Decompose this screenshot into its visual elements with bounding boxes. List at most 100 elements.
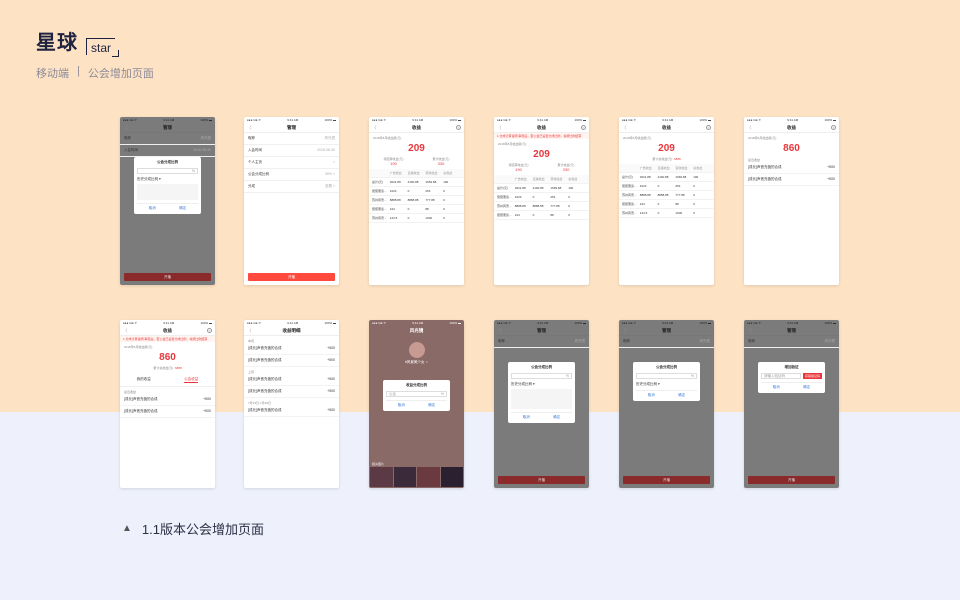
cancel-button[interactable]: 取消 (149, 206, 156, 211)
row-value: 风光镜 (824, 339, 836, 343)
subtitle-separator: | (77, 65, 80, 77)
start-live-button[interactable]: 开播 (248, 273, 335, 281)
help-icon[interactable]: ? (581, 125, 586, 130)
list-item[interactable]: [成长]声音充值的合成 +500 (244, 343, 339, 355)
help-icon[interactable]: ? (831, 125, 836, 130)
table-row: 苏州风景... 8888.88 8888.88 777.88 0 (619, 191, 714, 200)
cancel-button[interactable]: 取消 (773, 385, 780, 390)
photo-thumbnail[interactable] (370, 467, 393, 487)
history-toggle[interactable]: 历史分成比例 ▾ (137, 177, 198, 182)
list-item[interactable]: 昵称 风光镜 (494, 336, 589, 348)
back-icon[interactable]: 〈 (247, 328, 252, 334)
nav-title: 收益 (412, 124, 421, 130)
code-input[interactable]: 请输入验证码 (761, 373, 801, 379)
tab-guild-earnings[interactable]: 公会收益 (184, 377, 199, 383)
table-row: 侃侃而谈... 244 0 88 0 (369, 205, 464, 214)
back-icon[interactable]: 〈 (123, 125, 128, 131)
back-icon[interactable]: 〈 (372, 125, 377, 131)
table-header: 广告收益 直播收益 营收收益 总收益 (494, 175, 589, 184)
pending-value: 190 (515, 167, 522, 172)
modal-title: 收益分成比例 (406, 383, 427, 387)
back-icon[interactable]: 〈 (123, 328, 128, 334)
table-row: 苏州风景... 8888.88 8888.88 777.88 0 (494, 202, 589, 211)
nav-bar: 〈 收益? (744, 123, 839, 133)
nav-title: 管理 (787, 327, 796, 333)
list-item[interactable]: 个人主页 > (244, 157, 339, 169)
list-item[interactable]: [成长]声音充值的合成 +500 (244, 374, 339, 386)
list-item[interactable]: [成长]声音充值的合成 +500 (120, 406, 215, 418)
help-icon[interactable]: ? (706, 125, 711, 130)
table-row: 侃侃而谈... 244 0 88 0 (494, 211, 589, 220)
photo-thumbnail[interactable] (440, 467, 463, 487)
modal-actions: 取消 确定 (386, 400, 447, 408)
help-icon[interactable]: ? (456, 125, 461, 130)
start-live-button[interactable]: 开播 (124, 273, 211, 281)
status-signal: ●●● GE ✈ (247, 118, 261, 122)
list-item[interactable]: 昵称 风光镜 (619, 336, 714, 348)
confirm-button[interactable]: 确定 (428, 403, 435, 408)
history-list (511, 389, 572, 409)
back-icon[interactable]: 〈 (622, 328, 627, 334)
back-icon[interactable]: 〈 (247, 125, 252, 131)
confirm-button[interactable]: 确定 (179, 206, 186, 211)
row-label: 昵称 (748, 339, 755, 343)
modal-actions: 取消 确定 (636, 390, 697, 398)
profile-nickname: #风景美少女 ♀ (404, 360, 429, 364)
list-item[interactable]: 昵称 风光镜 (120, 133, 215, 145)
ratio-input[interactable]: % (137, 168, 198, 174)
back-icon[interactable]: 〈 (497, 328, 502, 334)
month-earnings: 209 (658, 143, 675, 154)
nav-title: 风光镜 (409, 328, 424, 333)
pending-value: 190 (390, 161, 397, 166)
status-time: 9:41 AM (412, 118, 424, 122)
cancel-button[interactable]: 取消 (523, 415, 530, 420)
earnings-table: 广告收益 直播收益 营收收益 总收益 总计(元) 3021.88 4190.88 1669.… (369, 169, 464, 223)
ratio-input[interactable]: 公会% (386, 391, 447, 397)
back-icon[interactable]: 〈 (747, 328, 752, 334)
cancel-button[interactable]: 取消 (648, 393, 655, 398)
phone-earnings-record: ●●● GE ✈ 9:41 AM 100% ▬ 〈收益明细 本周 [成长]声音充值的… (244, 320, 339, 488)
back-icon[interactable]: 〈 (497, 125, 502, 131)
ratio-input[interactable]: % (511, 373, 572, 379)
start-live-button[interactable]: 开播 (623, 476, 710, 484)
list-item[interactable]: 入会时间 2018-08-30 (244, 145, 339, 157)
list-item[interactable]: 公会分成比例 30% > (244, 169, 339, 181)
history-toggle[interactable]: 历史分成比例 ▾ (511, 382, 572, 387)
modal-title: 公会分成比例 (656, 365, 677, 369)
phone-earnings-860: ●●● GE ✈ 9:41 AM 100% ▬ 〈 收益? 2018年8月收益额(元)… (744, 117, 839, 285)
alert-banner: 1.分成计算说明 审核后。若公会已设置分成比例，将按比例结算 (120, 336, 215, 342)
confirm-button[interactable]: 确定 (678, 393, 685, 398)
modal-title: 公会分成比例 (157, 160, 178, 164)
help-icon[interactable]: ? (207, 328, 212, 333)
ratio-input[interactable]: % (636, 373, 697, 379)
triangle-icon: ▲ (122, 523, 132, 534)
list-item[interactable]: [成长]声音充值的合成 +500 (244, 355, 339, 367)
cancel-button[interactable]: 取消 (398, 403, 405, 408)
list-item[interactable]: 昵称 风光镜 (244, 133, 339, 145)
list-item[interactable]: [成长]声音充值的合成 +500 (244, 386, 339, 398)
start-live-button[interactable]: 开播 (748, 476, 835, 484)
photo-thumbnail[interactable] (417, 467, 440, 487)
confirm-button[interactable]: 确定 (553, 415, 560, 420)
get-code-button[interactable]: 获取验证码 (802, 373, 822, 379)
photo-grid (369, 466, 464, 488)
list-item[interactable]: [成长]声音充值的合成 +500 (244, 405, 339, 417)
history-toggle[interactable]: 历史分成比例 ▾ (636, 382, 697, 387)
nav-title: 收益 (662, 124, 671, 130)
tab-my-earnings[interactable]: 我的收益 (137, 377, 151, 383)
list-item[interactable]: 昵称 风光镜 (744, 336, 839, 348)
photo-thumbnail[interactable] (393, 467, 416, 487)
list-item[interactable]: 分成 查看 > (244, 181, 339, 193)
back-icon[interactable]: 〈 (747, 125, 752, 131)
list-item[interactable]: 入会时间 2018-08-30 (120, 145, 215, 157)
row-label: 入会时间 (124, 148, 138, 152)
nav-bar: 〈 收益明细 (244, 326, 339, 336)
confirm-button[interactable]: 确定 (803, 385, 810, 390)
start-live-button[interactable]: 开播 (498, 476, 585, 484)
back-icon[interactable]: 〈 (622, 125, 627, 131)
item-amount: +500 (827, 165, 835, 169)
list-item[interactable]: [成长]声音充值的合成 +500 (120, 394, 215, 406)
status-time: 9:41 AM (787, 118, 799, 122)
list-item[interactable]: [成长]声音充值的合成 +500 (744, 162, 839, 174)
list-item[interactable]: [成长]声音充值的合成 +500 (744, 174, 839, 186)
